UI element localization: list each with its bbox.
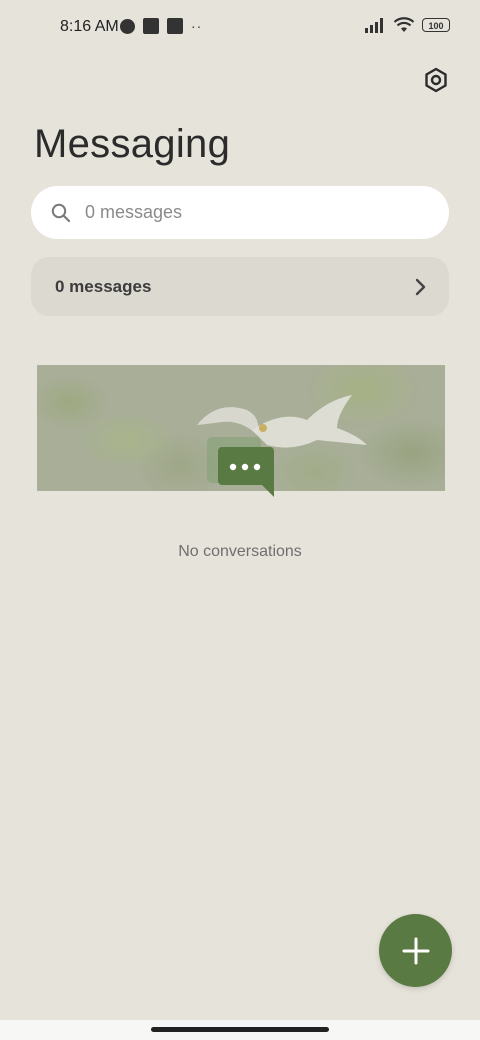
signal-icon — [365, 18, 383, 33]
empty-state-text: No conversations — [178, 543, 302, 560]
page-title: Messaging — [34, 122, 231, 166]
battery-icon: 100 — [422, 18, 450, 32]
data-saver-icon — [120, 18, 135, 34]
status-time: 8:16 AM — [60, 18, 119, 35]
gesture-handle[interactable] — [151, 1027, 329, 1032]
more-notifications-icon: ·· — [191, 18, 203, 34]
wifi-icon — [393, 17, 415, 32]
upload-icon — [167, 18, 183, 34]
notification-icons: ·· — [120, 18, 202, 34]
plus-icon — [402, 937, 429, 964]
search-input[interactable] — [83, 201, 407, 224]
new-conversation-button[interactable] — [379, 914, 452, 987]
app-notification-icon — [143, 18, 159, 34]
search-icon — [51, 203, 71, 222]
chevron-right-icon — [415, 278, 426, 295]
chat-bubble-icon — [218, 447, 274, 497]
status-bar: 8:16 AM ·· 100 — [0, 0, 480, 56]
system-icons: 100 — [364, 17, 450, 33]
settings-button[interactable] — [418, 62, 454, 98]
summary-label: 0 messages — [55, 276, 152, 296]
message-summary-row[interactable]: 0 messages — [31, 257, 449, 316]
settings-icon — [425, 67, 447, 93]
search-bar[interactable] — [31, 186, 449, 239]
